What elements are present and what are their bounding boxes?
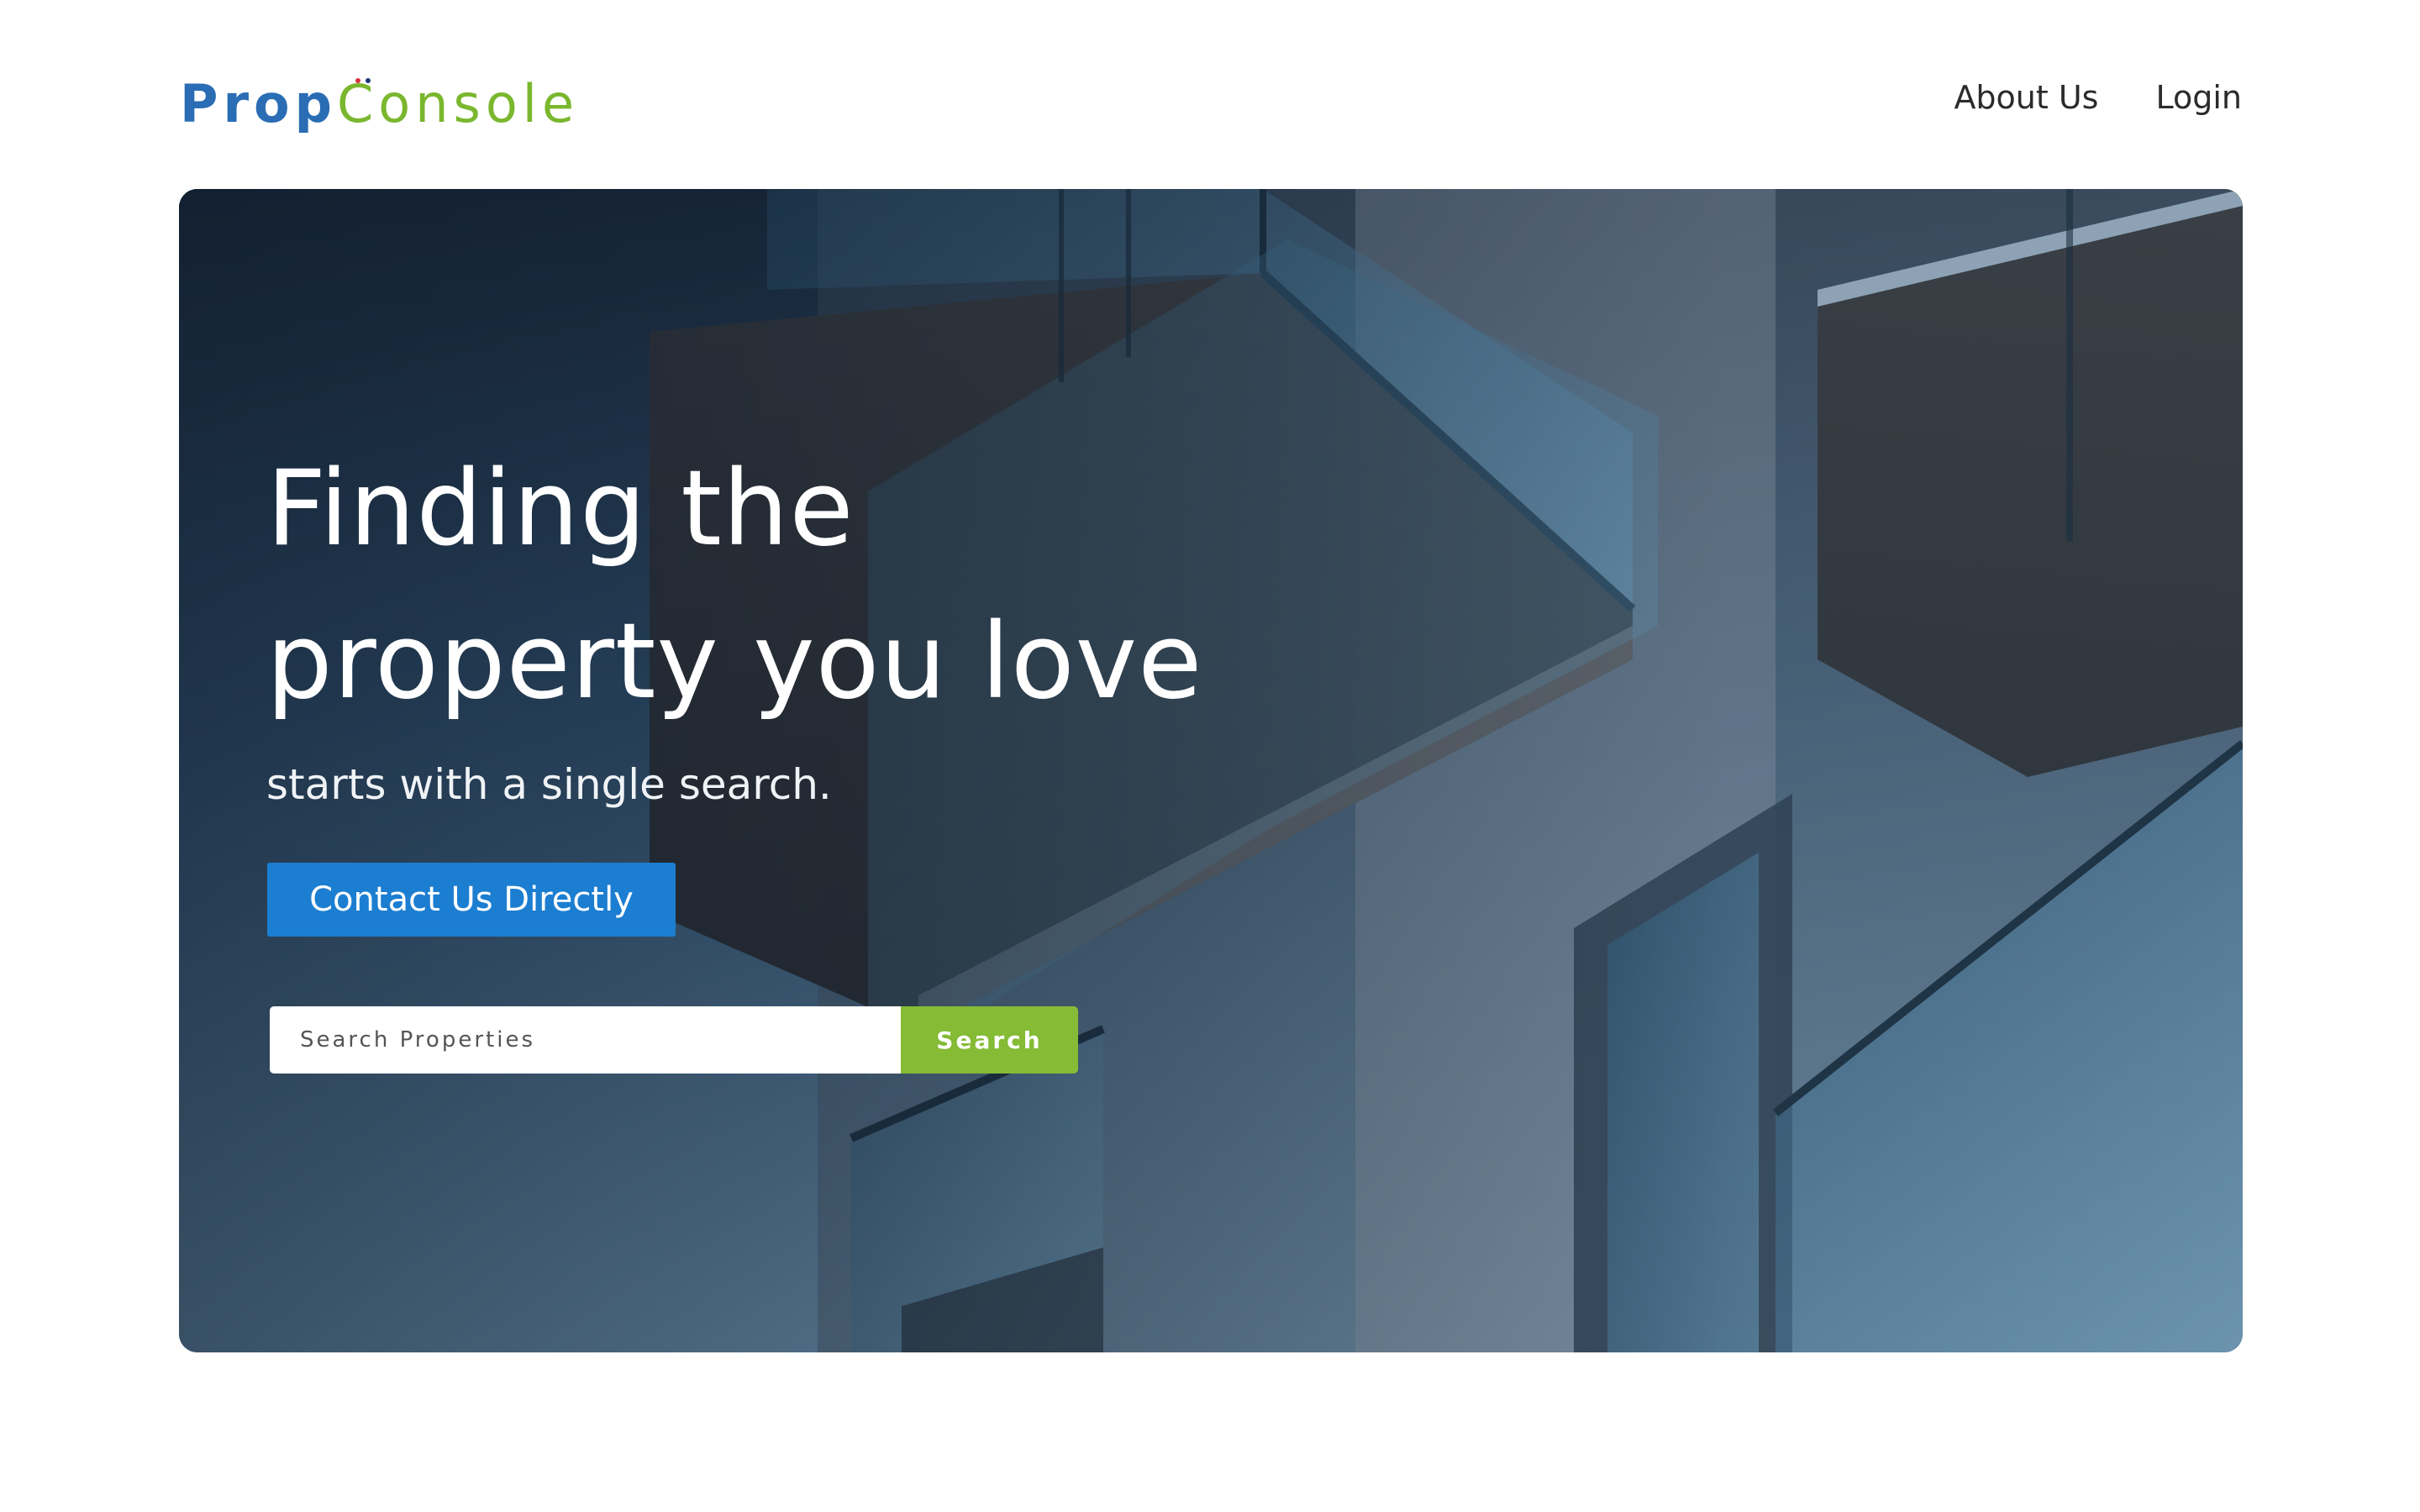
hero-title-line-2: property you love [266, 601, 1203, 722]
brand-name-prop: Prop [180, 72, 337, 134]
contact-us-button[interactable]: Contact Us Directly [267, 863, 676, 937]
page: Prop Console About Us Login Finding the … [0, 0, 2420, 1512]
top-nav: About Us Login [1954, 79, 2242, 116]
brand-logo[interactable]: Prop Console [180, 66, 579, 141]
hero-subtitle: starts with a single search. [266, 760, 832, 809]
property-search-bar: Search [270, 1006, 1078, 1074]
search-input[interactable] [270, 1006, 901, 1074]
logo-dots-icon [354, 77, 374, 85]
nav-about-us[interactable]: About Us [1954, 79, 2098, 116]
hero-banner: Finding the property you love starts wit… [179, 189, 2243, 1352]
nav-login[interactable]: Login [2155, 79, 2242, 116]
brand-name-console: Console [337, 73, 579, 134]
hero-title: Finding the property you love [266, 433, 1202, 738]
search-button[interactable]: Search [901, 1006, 1078, 1074]
hero-title-line-1: Finding the [266, 449, 855, 570]
